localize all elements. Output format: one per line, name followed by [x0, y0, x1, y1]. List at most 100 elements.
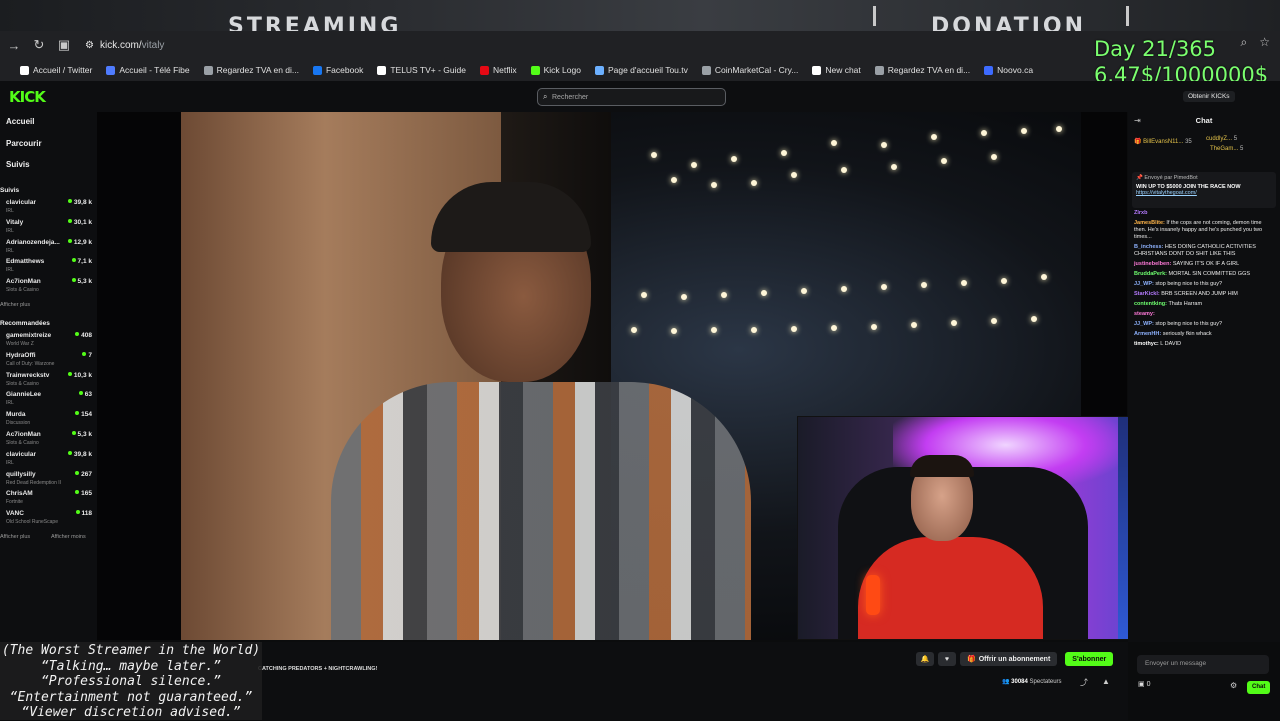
channel-item[interactable]: Adrianozendeja... IRL 12,9 k	[6, 238, 92, 258]
live-dot-icon	[78, 391, 83, 396]
kick-logo[interactable]: KICK	[9, 88, 46, 106]
nav-browse[interactable]: Parcourir	[6, 139, 42, 148]
live-dot-icon	[67, 371, 72, 376]
channel-category: Red Dead Redemption II	[6, 479, 62, 486]
notification-bell-icon[interactable]: 🔔	[916, 652, 934, 666]
gifter-count: 35	[1185, 139, 1192, 145]
chat-username[interactable]: steamy:	[1134, 311, 1155, 317]
more-icon[interactable]: ▲	[1102, 677, 1110, 686]
show-more-recommended[interactable]: Afficher plus	[0, 534, 30, 540]
bookmark-item[interactable]: Page d'accueil Tou.tv	[594, 65, 688, 75]
channel-category: Slots & Casino	[6, 380, 39, 387]
bookmark-item[interactable]: Regardez TVA en di...	[203, 65, 299, 75]
gift-icon: 🎁	[1134, 139, 1142, 145]
forward-icon[interactable]: →	[3, 34, 25, 56]
channel-item[interactable]: Vitaly IRL 30,1 k	[6, 218, 92, 238]
address-bar[interactable]: ⚙ kick.com/vitaly	[85, 40, 164, 51]
viewer-value: 10,3 k	[73, 371, 92, 379]
chat-settings-icon[interactable]: ⚙	[1230, 681, 1237, 690]
channel-item[interactable]: HydraOffi Call of Duty: Warzone 7	[6, 351, 92, 371]
chat-username[interactable]: contentking:	[1134, 301, 1167, 307]
chat-username[interactable]: Zlrxb	[1134, 210, 1147, 216]
pinned-message[interactable]: 📌 Envoyé par PimedBot WIN UP TO $5000 JO…	[1132, 172, 1276, 208]
overlay-top-left-text: STREAMING	[228, 14, 402, 31]
share-icon[interactable]: ⤴	[1080, 677, 1088, 688]
live-dot-icon	[75, 332, 80, 336]
browser-toolbar: → ↻ ▣ ⚙ kick.com/vitaly ⌕ ☆	[0, 31, 1280, 59]
channel-name: VANC	[6, 510, 24, 518]
bookmark-item[interactable]: Kick Logo	[530, 65, 581, 75]
channel-item[interactable]: Edmatthews IRL 7,1 k	[6, 258, 92, 277]
chat-input-placeholder: Envoyer un message	[1145, 660, 1207, 667]
channel-name: gamemixtreize	[6, 332, 52, 339]
viewers-icon: 👥	[1002, 679, 1010, 685]
bookmark-item[interactable]: Regardez TVA en di...	[874, 65, 970, 75]
channel-item[interactable]: quillysilly Red Dead Redemption II 267	[6, 470, 92, 490]
kicks-balance[interactable]: ▣ 0	[1138, 680, 1150, 688]
sidebar: Accueil Parcourir Suivis Suivis clavicul…	[0, 112, 97, 642]
channel-item[interactable]: ChrisAM Fortnite 165	[6, 490, 92, 509]
bookmark-item[interactable]: Accueil - Télé Fibe	[106, 65, 190, 75]
bookmark-item[interactable]: New chat	[812, 65, 861, 75]
overlay-top-right-text: DONATION	[931, 14, 1087, 31]
nav-following[interactable]: Suivis	[6, 160, 30, 169]
chat-title: Chat	[1195, 116, 1213, 125]
channel-item[interactable]: GiannieLee IRL 63	[6, 391, 92, 410]
live-dot-icon	[75, 411, 80, 416]
bookmark-item[interactable]: Facebook	[312, 65, 363, 75]
reload-icon[interactable]: ↻	[28, 34, 50, 56]
channel-item[interactable]: clavicular IRL 39,8 k	[6, 199, 92, 218]
channel-item[interactable]: clavicular IRL 39,8 k	[6, 450, 92, 470]
live-dot-icon	[67, 199, 72, 203]
pinned-sender: PimedBot	[1173, 175, 1198, 181]
get-kicks-button[interactable]: Obtenir KICKs	[1183, 91, 1235, 102]
gift-sub-button[interactable]: 🎁 Offrir un abonnement	[960, 652, 1058, 666]
show-less[interactable]: Afficher moins	[51, 534, 86, 540]
chat-message-input[interactable]: Envoyer un message	[1137, 655, 1269, 674]
chat-send-button[interactable]: Chat	[1247, 681, 1271, 694]
chat-username[interactable]: BruddaPerk:	[1134, 271, 1167, 277]
show-more-following[interactable]: Afficher plus	[0, 302, 30, 308]
chat-username[interactable]: JamesBlite:	[1134, 220, 1165, 226]
bookmark-item[interactable]: CoinMarketCal - Cry...	[701, 65, 798, 75]
chat-username[interactable]: justinebelben:	[1134, 261, 1171, 267]
streamer-figure	[331, 182, 751, 640]
site-settings-icon[interactable]: ⚙	[85, 40, 94, 51]
subscribe-button[interactable]: S'abonner	[1065, 652, 1114, 666]
chat-username[interactable]: timothyc:	[1134, 341, 1159, 347]
caption-line: “Professional silence.”	[40, 674, 221, 689]
viewer-count: 👥 30084 Spectateurs	[1002, 678, 1062, 685]
channel-item[interactable]: Murda Discussion 154	[6, 411, 92, 430]
top-gifters: 🎁 BillEvansN11... 35 cuddlyZ... 5 TheGam…	[1134, 132, 1274, 154]
bookmark-item[interactable]: TELUS TV+ - Guide	[377, 65, 466, 75]
bookmark-label: TELUS TV+ - Guide	[390, 65, 466, 75]
channel-item[interactable]: VANC Old School RuneScape 118	[6, 510, 92, 529]
bookmark-item[interactable]: Accueil / Twitter	[20, 65, 92, 75]
bookmark-item[interactable]: Noovo.ca	[984, 65, 1033, 75]
viewer-label: Spectateurs	[1029, 679, 1062, 685]
channel-item[interactable]: Ac7ionMan Slots & Casino 5,3 k	[6, 278, 92, 297]
viewer-value: 267	[81, 470, 92, 478]
channel-item[interactable]: Ac7ionMan Slots & Casino 5,3 k	[6, 431, 92, 450]
bookmark-item[interactable]: Netflix	[480, 65, 517, 75]
channel-name: GiannieLee	[6, 391, 42, 399]
channel-item[interactable]: gamemixtreize World War Z 408	[6, 332, 92, 351]
channel-name: Murda	[6, 411, 26, 419]
chat-username[interactable]: ArmenHH:	[1134, 331, 1161, 337]
channel-viewers: 39,8 k	[67, 450, 92, 458]
caption-line: “Viewer discretion advised.”	[21, 705, 241, 720]
chat-username[interactable]: JJ_WP:	[1134, 321, 1154, 327]
chat-username[interactable]: JJ_WP:	[1134, 281, 1154, 287]
microphone	[866, 575, 880, 615]
heart-icon[interactable]: ♥	[938, 652, 956, 666]
top-overlay-strip: STREAMING DONATION	[0, 0, 1280, 31]
search-input[interactable]: ⌕ Rechercher	[537, 88, 726, 106]
pinned-link[interactable]: https://vitalythegoat.com/	[1136, 190, 1272, 196]
nav-home[interactable]: Accueil	[6, 117, 34, 126]
sidebar-toggle-icon[interactable]: ▣	[53, 34, 75, 56]
live-dot-icon	[75, 490, 80, 495]
chat-username[interactable]: StarKickl:	[1134, 291, 1160, 297]
chat-username[interactable]: B_inchess:	[1134, 244, 1163, 250]
channel-category: World War Z	[6, 341, 34, 347]
channel-item[interactable]: Trainwreckstv Slots & Casino 10,3 k	[6, 371, 92, 391]
